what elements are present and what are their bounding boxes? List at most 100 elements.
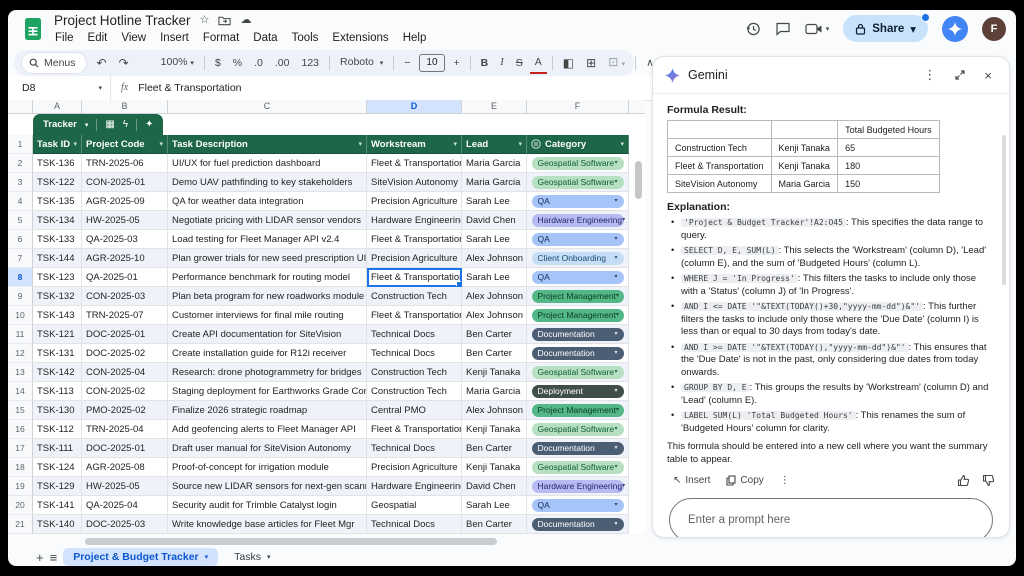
row-number[interactable]: 9: [8, 287, 33, 306]
category-chip-caret-icon[interactable]: ▾: [614, 230, 617, 249]
cell-lead[interactable]: Ben Carter: [462, 325, 527, 344]
cell-workstream[interactable]: SiteVision Autonomy: [367, 173, 462, 192]
increase-font-size-button[interactable]: +: [449, 50, 465, 76]
cell-description[interactable]: UI/UX for fuel prediction dashboard: [168, 154, 367, 173]
gemini-launcher-button[interactable]: [942, 16, 968, 42]
column-header-a[interactable]: A: [33, 100, 82, 113]
category-chip-caret-icon[interactable]: ▾: [614, 192, 617, 211]
header-dropdown-icon[interactable]: ▾: [73, 135, 77, 154]
table-tab-caret-icon[interactable]: ▾: [85, 121, 89, 129]
cell-description[interactable]: Draft user manual for SiteVision Autonom…: [168, 439, 367, 458]
cell-description[interactable]: Write knowledge base articles for Fleet …: [168, 515, 367, 534]
cell-workstream[interactable]: Central PMO: [367, 401, 462, 420]
sheets-logo-icon[interactable]: [20, 16, 46, 42]
category-chip-caret-icon[interactable]: ▾: [614, 325, 617, 344]
cell-category[interactable]: QA▾: [527, 496, 629, 515]
cell-category[interactable]: Hardware Engineering▾: [527, 477, 629, 496]
cell-workstream[interactable]: Technical Docs: [367, 515, 462, 534]
cell-workstream[interactable]: Fleet & Transportation: [367, 268, 462, 287]
table-tab-tracker[interactable]: Tracker ▾ ▦ ϟ ✦: [33, 114, 163, 135]
cell-project-code[interactable]: AGR-2025-08: [82, 458, 168, 477]
category-chip-caret-icon[interactable]: ▾: [622, 211, 625, 230]
cell-task-id[interactable]: TSK-144: [33, 249, 82, 268]
cell-description[interactable]: Security audit for Trimble Catalyst logi…: [168, 496, 367, 515]
cell-lead[interactable]: Alex Johnson: [462, 249, 527, 268]
row-number[interactable]: 21: [8, 515, 33, 534]
category-chip[interactable]: Documentation▾: [532, 347, 624, 360]
horizontal-scrollbar-thumb[interactable]: [85, 538, 497, 545]
cell-task-id[interactable]: TSK-131: [33, 344, 82, 363]
cloud-status-icon[interactable]: ☁: [240, 15, 251, 26]
version-history-icon[interactable]: [745, 21, 761, 37]
row-number[interactable]: 6: [8, 230, 33, 249]
category-chip[interactable]: Deployment▾: [532, 385, 624, 398]
category-chip[interactable]: Project Management▾: [532, 404, 624, 417]
cell-project-code[interactable]: CON-2025-04: [82, 363, 168, 382]
cell-task-id[interactable]: TSK-123: [33, 268, 82, 287]
cell-task-id[interactable]: TSK-122: [33, 173, 82, 192]
cell-workstream[interactable]: Fleet & Transportation: [367, 230, 462, 249]
category-chip[interactable]: QA▾: [532, 499, 624, 512]
cell-category[interactable]: Hardware Engineering▾: [527, 211, 629, 230]
row-number[interactable]: 18: [8, 458, 33, 477]
account-avatar[interactable]: F: [982, 17, 1006, 41]
row-number[interactable]: 17: [8, 439, 33, 458]
header-dropdown-icon[interactable]: ▾: [620, 135, 624, 154]
cell-description[interactable]: Finalize 2026 strategic roadmap: [168, 401, 367, 420]
cell-category[interactable]: Deployment▾: [527, 382, 629, 401]
cell-description[interactable]: Performance benchmark for routing model: [168, 268, 367, 287]
cell-task-id[interactable]: TSK-133: [33, 230, 82, 249]
cell-task-id[interactable]: TSK-130: [33, 401, 82, 420]
response-more-icon[interactable]: ⋮: [774, 473, 796, 488]
cell-project-code[interactable]: DOC-2025-02: [82, 344, 168, 363]
header-cell-lead[interactable]: Lead▾: [462, 135, 527, 154]
cell-category[interactable]: QA▾: [527, 230, 629, 249]
cell-category[interactable]: Documentation▾: [527, 344, 629, 363]
header-dropdown-icon[interactable]: ▾: [358, 135, 362, 154]
menu-insert[interactable]: Insert: [153, 30, 196, 46]
cell-task-id[interactable]: TSK-142: [33, 363, 82, 382]
vertical-scrollbar-thumb[interactable]: [635, 161, 642, 199]
row-number[interactable]: 12: [8, 344, 33, 363]
cell-description[interactable]: Add geofencing alerts to Fleet Manager A…: [168, 420, 367, 439]
sheet-tab-caret-icon[interactable]: ▾: [267, 553, 271, 561]
cell-workstream[interactable]: Technical Docs: [367, 325, 462, 344]
cell-workstream[interactable]: Construction Tech: [367, 287, 462, 306]
cell-workstream[interactable]: Technical Docs: [367, 439, 462, 458]
prompt-input-box[interactable]: [669, 498, 993, 538]
cell-workstream[interactable]: Hardware Engineering: [367, 211, 462, 230]
menu-help[interactable]: Help: [396, 30, 434, 46]
cell-category[interactable]: Documentation▾: [527, 439, 629, 458]
cell-task-id[interactable]: TSK-143: [33, 306, 82, 325]
move-folder-icon[interactable]: [218, 15, 231, 26]
category-chip[interactable]: Project Management▾: [532, 290, 624, 303]
cell-category[interactable]: Geospatial Software▾: [527, 173, 629, 192]
row-number[interactable]: 7: [8, 249, 33, 268]
cell-task-id[interactable]: TSK-135: [33, 192, 82, 211]
copy-button[interactable]: Copy: [720, 473, 769, 488]
decrease-decimals-button[interactable]: .0: [249, 50, 268, 76]
cell-description[interactable]: Demo UAV pathfinding to key stakeholders: [168, 173, 367, 192]
header-cell-workstream[interactable]: Workstream▾: [367, 135, 462, 154]
category-chip[interactable]: Documentation▾: [532, 442, 624, 455]
row-number[interactable]: 20: [8, 496, 33, 515]
panel-close-icon[interactable]: ×: [979, 68, 997, 83]
cell-task-id[interactable]: TSK-136: [33, 154, 82, 173]
header-cell-task-id[interactable]: Task ID▾: [33, 135, 82, 154]
share-button[interactable]: Share ▾: [843, 15, 928, 42]
share-caret-icon[interactable]: ▾: [910, 22, 916, 36]
cell-lead[interactable]: Alex Johnson: [462, 287, 527, 306]
cell-lead[interactable]: Alex Johnson: [462, 306, 527, 325]
cell-workstream[interactable]: Precision Agriculture: [367, 249, 462, 268]
cell-lead[interactable]: Ben Carter: [462, 439, 527, 458]
cell-lead[interactable]: Sarah Lee: [462, 192, 527, 211]
cell-workstream[interactable]: Construction Tech: [367, 363, 462, 382]
redo-button[interactable]: ↷: [114, 50, 134, 76]
cell-workstream[interactable]: Construction Tech: [367, 382, 462, 401]
cell-description[interactable]: Load testing for Fleet Manager API v2.4: [168, 230, 367, 249]
menu-data[interactable]: Data: [246, 30, 284, 46]
italic-button[interactable]: I: [495, 50, 509, 76]
thumbs-up-icon[interactable]: [957, 474, 970, 487]
table-sparkle-icon[interactable]: ✦: [145, 120, 153, 130]
cell-category[interactable]: QA▾: [527, 268, 629, 287]
